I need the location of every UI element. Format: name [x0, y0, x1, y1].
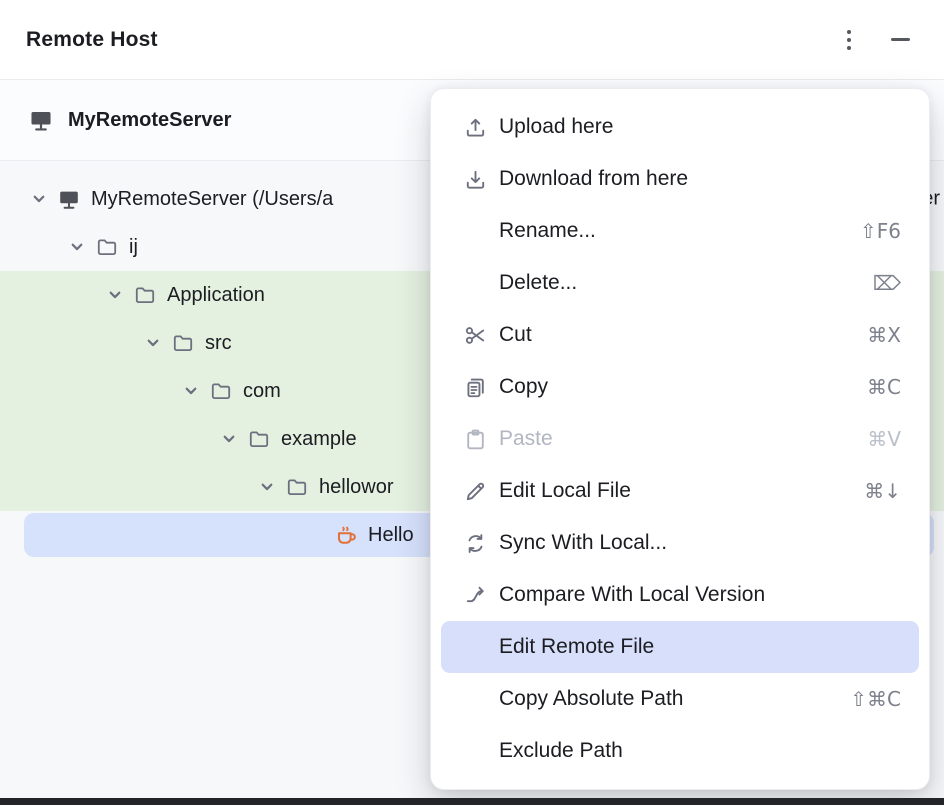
- menu-item-exclude-path[interactable]: Exclude Path: [441, 725, 919, 777]
- menu-item-label: Edit Local File: [499, 479, 848, 503]
- menu-item-label: Compare With Local Version: [499, 583, 885, 607]
- menu-item-label: Rename...: [499, 219, 844, 243]
- folder-icon: [209, 379, 233, 403]
- menu-item-shortcut: ⇧⌘C: [850, 687, 901, 711]
- folder-icon: [171, 331, 195, 355]
- menu-item-shortcut: ⌘↓: [864, 479, 901, 503]
- window-bottom-edge: [0, 798, 944, 805]
- menu-item-label: Delete...: [499, 271, 857, 295]
- upload-icon: [461, 114, 489, 140]
- java-class-icon: [334, 523, 358, 547]
- more-vertical-icon[interactable]: [843, 26, 855, 54]
- menu-item-download-from-here[interactable]: Download from here: [441, 153, 919, 205]
- menu-item-copy-absolute-path[interactable]: Copy Absolute Path ⇧⌘C: [441, 673, 919, 725]
- icon-placeholder: [461, 738, 489, 764]
- tool-window-header: Remote Host: [0, 0, 944, 80]
- menu-item-label: Download from here: [499, 167, 885, 191]
- menu-item-shortcut: ⌦: [873, 271, 901, 295]
- tree-item-label: src: [205, 332, 232, 355]
- chevron-down-icon[interactable]: [258, 478, 276, 496]
- context-menu: Upload here Download from here Rename...…: [430, 88, 930, 790]
- menu-item-rename[interactable]: Rename... ⇧F6: [441, 205, 919, 257]
- icon-placeholder: [461, 270, 489, 296]
- menu-item-label: Sync With Local...: [499, 531, 885, 555]
- chevron-down-icon[interactable]: [68, 238, 86, 256]
- menu-item-paste: Paste ⌘V: [441, 413, 919, 465]
- remote-server-icon: [57, 187, 81, 211]
- folder-icon: [95, 235, 119, 259]
- icon-placeholder: [461, 634, 489, 660]
- chevron-down-icon[interactable]: [30, 190, 48, 208]
- tree-item-label: Application: [167, 284, 265, 307]
- sync-icon: [461, 530, 489, 556]
- page-title: Remote Host: [26, 28, 158, 52]
- folder-icon: [285, 475, 309, 499]
- paste-icon: [461, 426, 489, 452]
- scissors-icon: [461, 322, 489, 348]
- menu-item-upload-here[interactable]: Upload here: [441, 101, 919, 153]
- menu-item-edit-local-file[interactable]: Edit Local File ⌘↓: [441, 465, 919, 517]
- menu-item-edit-remote-file[interactable]: Edit Remote File: [441, 621, 919, 673]
- menu-item-cut[interactable]: Cut ⌘X: [441, 309, 919, 361]
- folder-icon: [247, 427, 271, 451]
- compare-icon: [461, 582, 489, 608]
- tree-item-label: example: [281, 428, 357, 451]
- chevron-down-icon[interactable]: [220, 430, 238, 448]
- icon-placeholder: [461, 686, 489, 712]
- menu-item-label: Cut: [499, 323, 851, 347]
- copy-icon: [461, 374, 489, 400]
- menu-item-shortcut: ⌘X: [867, 323, 901, 347]
- download-icon: [461, 166, 489, 192]
- folder-icon: [133, 283, 157, 307]
- tree-item-label: MyRemoteServer (/Users/a: [91, 188, 333, 211]
- menu-item-label: Copy Absolute Path: [499, 687, 834, 711]
- server-name-label: MyRemoteServer: [68, 109, 231, 132]
- menu-item-label: Paste: [499, 427, 851, 451]
- menu-item-label: Copy: [499, 375, 851, 399]
- icon-placeholder: [461, 218, 489, 244]
- menu-item-label: Edit Remote File: [499, 635, 885, 659]
- menu-item-compare-with-local-version[interactable]: Compare With Local Version: [441, 569, 919, 621]
- menu-item-shortcut: ⌘V: [867, 427, 901, 451]
- tree-item-label: hellowor: [319, 476, 393, 499]
- menu-item-shortcut: ⇧F6: [860, 219, 901, 243]
- remote-server-icon: [28, 107, 54, 133]
- remote-host-tool-window: Remote Host MyRemoteServer MyRemoteServe…: [0, 0, 944, 805]
- tree-item-label: ij: [129, 236, 138, 259]
- chevron-down-icon[interactable]: [144, 334, 162, 352]
- tree-item-label: com: [243, 380, 281, 403]
- minimize-icon[interactable]: [891, 38, 910, 41]
- menu-item-delete[interactable]: Delete... ⌦: [441, 257, 919, 309]
- pencil-icon: [461, 478, 489, 504]
- menu-item-shortcut: ⌘C: [867, 375, 901, 399]
- chevron-down-icon[interactable]: [106, 286, 124, 304]
- header-actions: [843, 26, 918, 54]
- menu-item-label: Upload here: [499, 115, 885, 139]
- menu-item-label: Exclude Path: [499, 739, 885, 763]
- menu-item-copy[interactable]: Copy ⌘C: [441, 361, 919, 413]
- menu-item-sync-with-local[interactable]: Sync With Local...: [441, 517, 919, 569]
- tree-item-label: Hello: [368, 524, 414, 547]
- chevron-down-icon[interactable]: [182, 382, 200, 400]
